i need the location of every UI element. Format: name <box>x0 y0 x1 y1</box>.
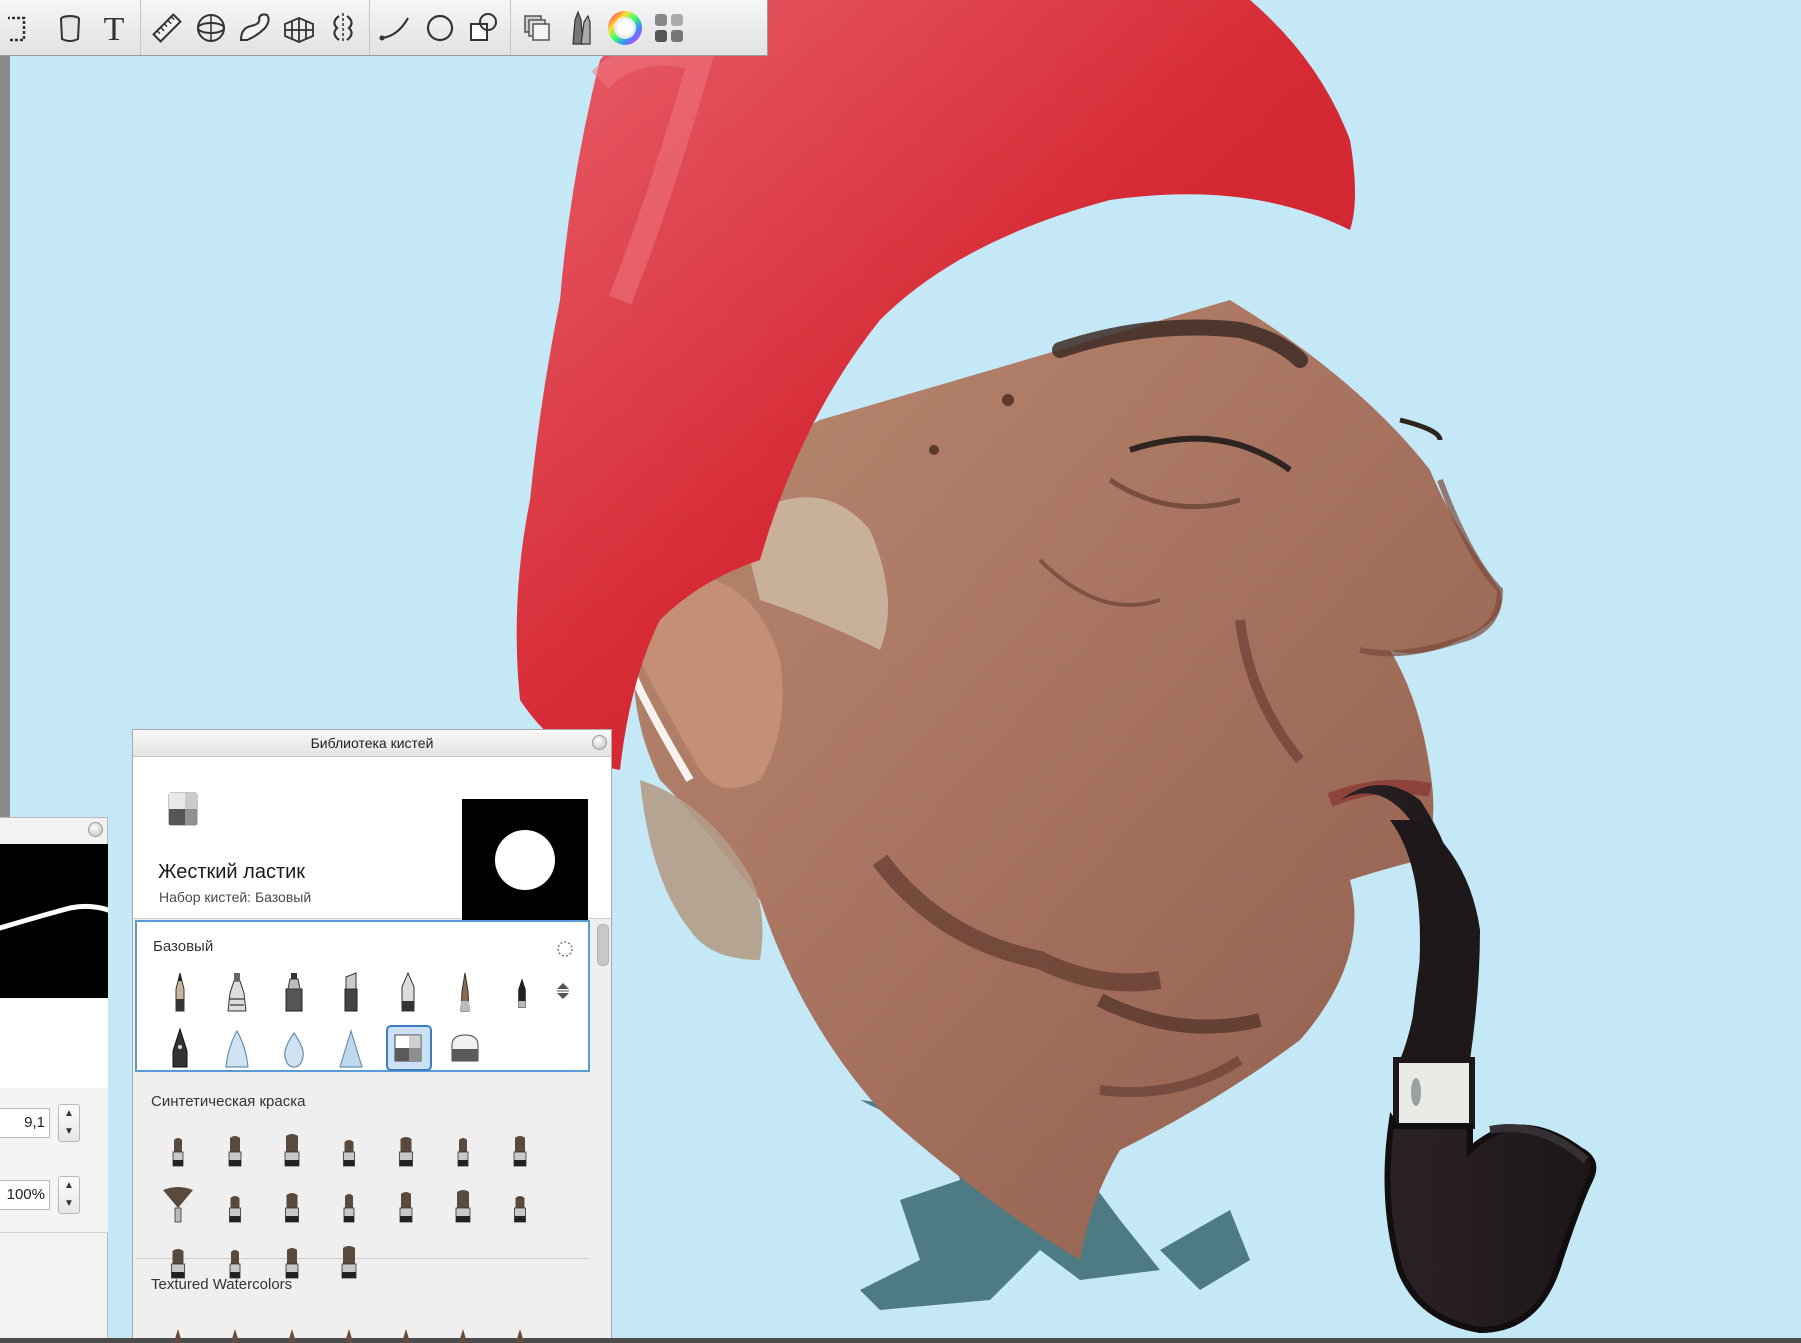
opacity-row: 100% ▲ ▼ <box>0 1160 108 1233</box>
toolbar-group-shapes <box>370 0 511 55</box>
scrollbar-thumb[interactable] <box>597 924 609 966</box>
scrollbar[interactable] <box>595 920 609 1340</box>
stepper-up-icon[interactable]: ▲ <box>59 1177 79 1195</box>
synthetic-brush-icon[interactable] <box>263 1175 320 1231</box>
stepper-down-icon[interactable]: ▼ <box>59 1123 79 1141</box>
synthetic-brush-icon[interactable] <box>491 1119 548 1175</box>
color-wheel-icon[interactable] <box>603 3 647 53</box>
text-icon[interactable]: T <box>92 3 136 53</box>
ellipse-guide-icon[interactable] <box>189 3 233 53</box>
hard-eraser-icon[interactable] <box>379 1020 436 1076</box>
brushes-icon[interactable] <box>559 3 603 53</box>
brush-set-synthetic[interactable]: Синтетическая краска <box>135 1077 590 1279</box>
current-brush-name: Жесткий ластик <box>158 861 306 883</box>
toolbar-group-panels <box>511 0 695 55</box>
stepper-down-icon[interactable]: ▼ <box>59 1195 79 1213</box>
french-curve-icon[interactable] <box>233 3 277 53</box>
stepper-up-icon[interactable]: ▲ <box>59 1105 79 1123</box>
felt-pen-icon[interactable] <box>493 964 550 1020</box>
size-row: 9,1 ▲ ▼ <box>0 1088 108 1161</box>
synthetic-brush-icon[interactable] <box>377 1119 434 1175</box>
smudge-icon[interactable] <box>208 1020 265 1076</box>
symmetry-icon[interactable] <box>321 3 365 53</box>
stroke-preview <box>0 844 108 998</box>
ballpoint-pen-icon[interactable] <box>379 964 436 1020</box>
brush-dab-preview <box>462 799 588 921</box>
svg-text:T: T <box>104 11 125 46</box>
swatches-icon[interactable] <box>647 3 691 53</box>
brush-set-basic[interactable]: Базовый <box>135 920 590 1072</box>
bottom-edge <box>0 1338 1801 1343</box>
selection-icon[interactable] <box>4 3 48 53</box>
toolbar-group-guides <box>141 0 370 55</box>
synthetic-brush-icon[interactable] <box>206 1119 263 1175</box>
marker-icon[interactable] <box>265 964 322 1020</box>
synthetic-brush-icon[interactable] <box>149 1119 206 1175</box>
brush-set-name: Базовый <box>153 938 214 955</box>
top-toolbar: T <box>0 0 768 56</box>
stroke-line-icon[interactable] <box>374 3 418 53</box>
synthetic-brush-icon[interactable] <box>206 1175 263 1231</box>
preview-area <box>0 998 108 1089</box>
brush-library-panel: Библиотека кистей Жесткий ластик Набор к… <box>132 729 612 1343</box>
brush-grid <box>151 964 561 1076</box>
brush-properties-panel: 9,1 ▲ ▼ 100% ▲ ▼ <box>0 817 108 1343</box>
soft-eraser-icon[interactable] <box>436 1020 493 1076</box>
layers-icon[interactable] <box>515 3 559 53</box>
size-stepper[interactable]: ▲ ▼ <box>58 1104 80 1142</box>
sharpen-icon[interactable] <box>322 1020 379 1076</box>
ellipse-icon[interactable] <box>418 3 462 53</box>
toolbar-group-edit: T <box>0 0 141 55</box>
synthetic-brush-icon[interactable] <box>263 1119 320 1175</box>
paintbrush-icon[interactable] <box>436 964 493 1020</box>
close-icon[interactable] <box>592 735 607 750</box>
brush-set-name: Синтетическая краска <box>151 1093 306 1110</box>
opacity-stepper[interactable]: ▲ ▼ <box>58 1176 80 1214</box>
opacity-field[interactable]: 100% <box>0 1180 50 1210</box>
current-brush-header: Жесткий ластик Набор кистей: Базовый <box>133 757 611 921</box>
fan-brush-icon[interactable] <box>149 1175 206 1231</box>
synthetic-brush-icon[interactable] <box>434 1175 491 1231</box>
ruler-icon[interactable] <box>145 3 189 53</box>
current-brush-set: Набор кистей: Базовый <box>159 889 312 905</box>
left-edge-strip <box>0 56 10 818</box>
panel-title: Библиотека кистей <box>310 735 434 751</box>
hard-eraser-icon <box>165 791 201 827</box>
perspective-icon[interactable] <box>277 3 321 53</box>
shapes-icon[interactable] <box>462 3 506 53</box>
ink-pen-icon[interactable] <box>151 1020 208 1076</box>
synthetic-brush-icon[interactable] <box>320 1119 377 1175</box>
blur-drop-icon[interactable] <box>265 1020 322 1076</box>
size-field[interactable]: 9,1 <box>0 1108 50 1138</box>
synthetic-brush-icon[interactable] <box>320 1175 377 1231</box>
close-icon[interactable] <box>88 822 103 837</box>
airbrush-icon[interactable] <box>208 964 265 1020</box>
synthetic-brush-icon[interactable] <box>491 1175 548 1231</box>
panel-title-bar[interactable]: Библиотека кистей <box>133 730 611 757</box>
pencil-brush-icon[interactable] <box>151 964 208 1020</box>
fill-bucket-icon[interactable] <box>48 3 92 53</box>
chisel-marker-icon[interactable] <box>322 964 379 1020</box>
synthetic-brush-icon[interactable] <box>434 1119 491 1175</box>
synthetic-brush-icon[interactable] <box>377 1175 434 1231</box>
set-options-icon[interactable] <box>556 940 574 958</box>
